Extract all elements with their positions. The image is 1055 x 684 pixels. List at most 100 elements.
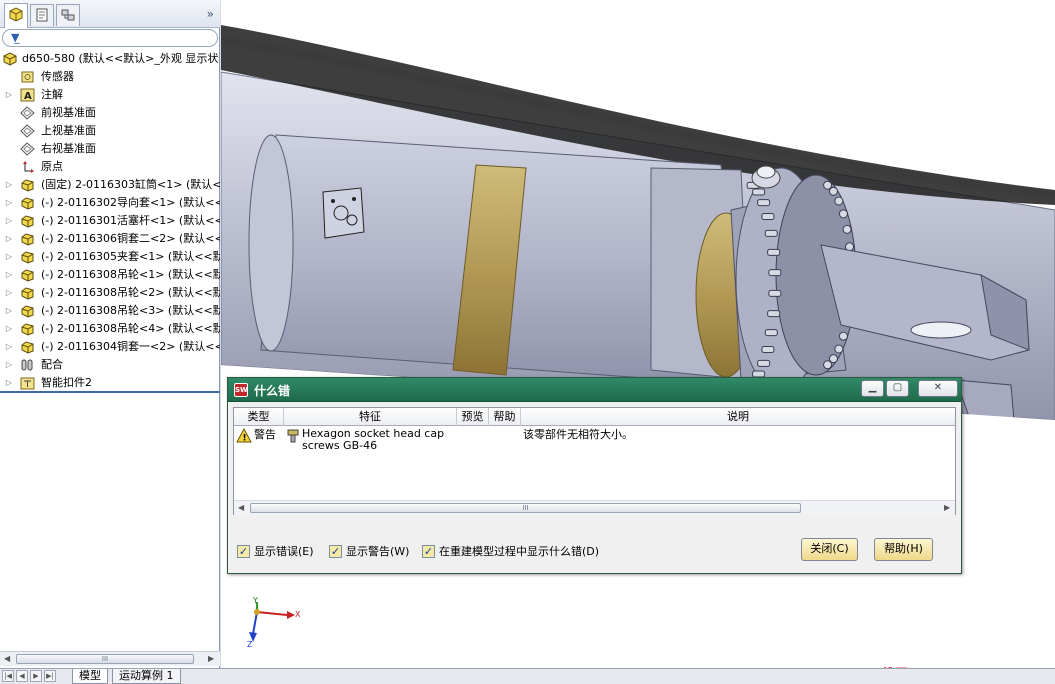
tree-item-label: (-) 2-0116305夹套<1> (默认<<默认: [41, 250, 220, 263]
expand-arrow-icon[interactable]: ▷: [5, 302, 13, 320]
column-help[interactable]: 帮助: [489, 408, 521, 426]
tree-divider: [0, 391, 220, 393]
expand-arrow-icon[interactable]: ▷: [5, 338, 13, 356]
minimize-button[interactable]: ▁: [861, 380, 884, 397]
tree-item[interactable]: ▷ (-) 2-0116302导向套<1> (默认<<默: [0, 194, 220, 212]
property-manager-tab[interactable]: [30, 4, 54, 26]
expand-arrow-icon[interactable]: ▷: [5, 284, 13, 302]
warning-icon: !: [236, 428, 252, 443]
tree-item[interactable]: ▷ (-) 2-0116308吊轮<3> (默认<<默认: [0, 302, 220, 320]
expand-arrow-icon[interactable]: ▷: [5, 176, 13, 194]
part-icon: [21, 269, 34, 282]
part-icon: [21, 179, 34, 192]
tree-item[interactable]: 前视基准面: [0, 104, 220, 122]
mounting-plate: [322, 187, 365, 239]
column-feature[interactable]: 特征: [284, 408, 457, 426]
tree-item-label: (-) 2-0116302导向套<1> (默认<<默: [41, 196, 220, 209]
tree-item[interactable]: 右视基准面: [0, 140, 220, 158]
first-tab-icon[interactable]: |◀: [2, 670, 14, 682]
expand-panel-icon[interactable]: »: [207, 7, 214, 21]
expand-arrow-icon[interactable]: ▷: [5, 356, 13, 374]
tree-item[interactable]: 传感器: [0, 68, 220, 86]
feature-manager-tab[interactable]: [4, 3, 28, 28]
tree-item[interactable]: ▷ 智能扣件2: [0, 374, 220, 392]
mates-icon: [21, 359, 33, 371]
close-window-button[interactable]: ✕: [918, 380, 958, 397]
expand-arrow-icon[interactable]: ▷: [5, 194, 13, 212]
tree-item[interactable]: ▷ (-) 2-0116308吊轮<1> (默认<<默认: [0, 266, 220, 284]
tree-item[interactable]: ▷ A 注解: [0, 86, 220, 104]
tree-item[interactable]: ▷ (固定) 2-0116303缸筒<1> (默认<<: [0, 176, 220, 194]
flange-bolt-head: [828, 354, 838, 364]
tree-item[interactable]: ▷ (-) 2-0116301活塞杆<1> (默认<<默: [0, 212, 220, 230]
prev-tab-icon[interactable]: ◀: [16, 670, 28, 682]
configuration-icon: [61, 9, 75, 21]
what-is-wrong-dialog: SW 什么错 ▁ ▢ ✕ 类型 特征 预览 帮助 说明 ! 警告 Hexagon…: [227, 377, 962, 574]
tab-model[interactable]: 模型: [72, 669, 108, 684]
fastener-icon: [287, 429, 299, 443]
bolt: [761, 213, 775, 221]
triad-y-label: Y: [253, 596, 258, 605]
tree-item-label: 注解: [41, 88, 63, 101]
issues-horizontal-scrollbar[interactable]: ◀ III ▶: [234, 500, 955, 515]
tree-item[interactable]: ▷ (-) 2-0116305夹套<1> (默认<<默认: [0, 248, 220, 266]
help-button[interactable]: 帮助(H): [874, 538, 933, 561]
bolt: [767, 310, 781, 318]
flange-bolt-head: [834, 344, 844, 354]
part-icon: [21, 251, 34, 264]
tree-item[interactable]: ▷ (-) 2-0116308吊轮<4> (默认<<默认: [0, 320, 220, 338]
tree-item[interactable]: ▷ 配合: [0, 356, 220, 374]
barrel-end: [248, 134, 294, 352]
expand-arrow-icon[interactable]: ▷: [5, 86, 13, 104]
svg-text:A: A: [24, 91, 32, 102]
tree-item-label: 右视基准面: [41, 142, 96, 155]
bottom-tab-strip: |◀ ◀ ▶ ▶| 模型 运动算例 1: [0, 668, 1055, 684]
assembly-icon: [3, 52, 17, 66]
maximize-button[interactable]: ▢: [886, 380, 909, 397]
filter-input[interactable]: ▼̲: [2, 29, 218, 47]
expand-arrow-icon[interactable]: ▷: [5, 212, 13, 230]
column-type[interactable]: 类型: [234, 408, 284, 426]
dialog-titlebar[interactable]: SW 什么错 ▁ ▢ ✕: [228, 378, 961, 402]
part-icon: [21, 233, 34, 246]
panel-tabs: »: [0, 0, 220, 28]
bolt: [757, 199, 771, 207]
expand-arrow-icon[interactable]: ▷: [5, 248, 13, 266]
issues-list: 类型 特征 预览 帮助 说明 ! 警告 Hexagon socket head …: [233, 407, 956, 515]
part-icon: [21, 323, 34, 336]
tab-motion-study[interactable]: 运动算例 1: [112, 669, 181, 684]
column-preview[interactable]: 预览: [457, 408, 489, 426]
tree-item-label: (-) 2-0116308吊轮<3> (默认<<默认: [41, 304, 220, 317]
close-button[interactable]: 关闭(C): [801, 538, 858, 561]
annotation-icon: A: [20, 88, 35, 102]
tree-item-label: (固定) 2-0116303缸筒<1> (默认<<: [41, 178, 220, 191]
flange-bolt-head: [828, 186, 838, 196]
checkbox-check-icon: ✓: [422, 545, 435, 558]
next-tab-icon[interactable]: ▶: [30, 670, 42, 682]
scroll-thumb[interactable]: III: [250, 503, 801, 513]
tree-item[interactable]: 上视基准面: [0, 122, 220, 140]
scroll-left-arrow-icon[interactable]: ◀: [238, 501, 244, 515]
scroll-left-arrow-icon[interactable]: ◀: [4, 652, 10, 666]
tree-item-label: (-) 2-0116301活塞杆<1> (默认<<默: [41, 214, 220, 227]
tree-horizontal-scrollbar[interactable]: ◀ III ▶: [0, 651, 220, 666]
tree-item-label: 传感器: [41, 70, 74, 83]
tree-item[interactable]: ▷ (-) 2-0116304铜套一<2> (默认<<默: [0, 338, 220, 356]
expand-arrow-icon[interactable]: ▷: [5, 266, 13, 284]
bolt: [757, 359, 771, 367]
expand-arrow-icon[interactable]: ▷: [5, 230, 13, 248]
scroll-thumb[interactable]: III: [16, 654, 194, 664]
column-description[interactable]: 说明: [521, 408, 955, 426]
expand-arrow-icon[interactable]: ▷: [5, 320, 13, 338]
tree-item[interactable]: ▷ (-) 2-0116306铜套二<2> (默认<<默: [0, 230, 220, 248]
tree-item[interactable]: ▷ (-) 2-0116308吊轮<2> (默认<<默认: [0, 284, 220, 302]
scroll-right-arrow-icon[interactable]: ▶: [944, 501, 950, 515]
flange-bolt-head: [823, 360, 833, 370]
configuration-manager-tab[interactable]: [56, 4, 80, 26]
flange-bolt-head: [842, 224, 852, 234]
expand-arrow-icon[interactable]: ▷: [5, 374, 13, 392]
scroll-right-arrow-icon[interactable]: ▶: [208, 652, 214, 666]
tree-item[interactable]: 原点: [0, 158, 220, 176]
tree-root-assembly[interactable]: d650-580 (默认<<默认>_外观 显示状: [0, 50, 220, 68]
last-tab-icon[interactable]: ▶|: [44, 670, 56, 682]
